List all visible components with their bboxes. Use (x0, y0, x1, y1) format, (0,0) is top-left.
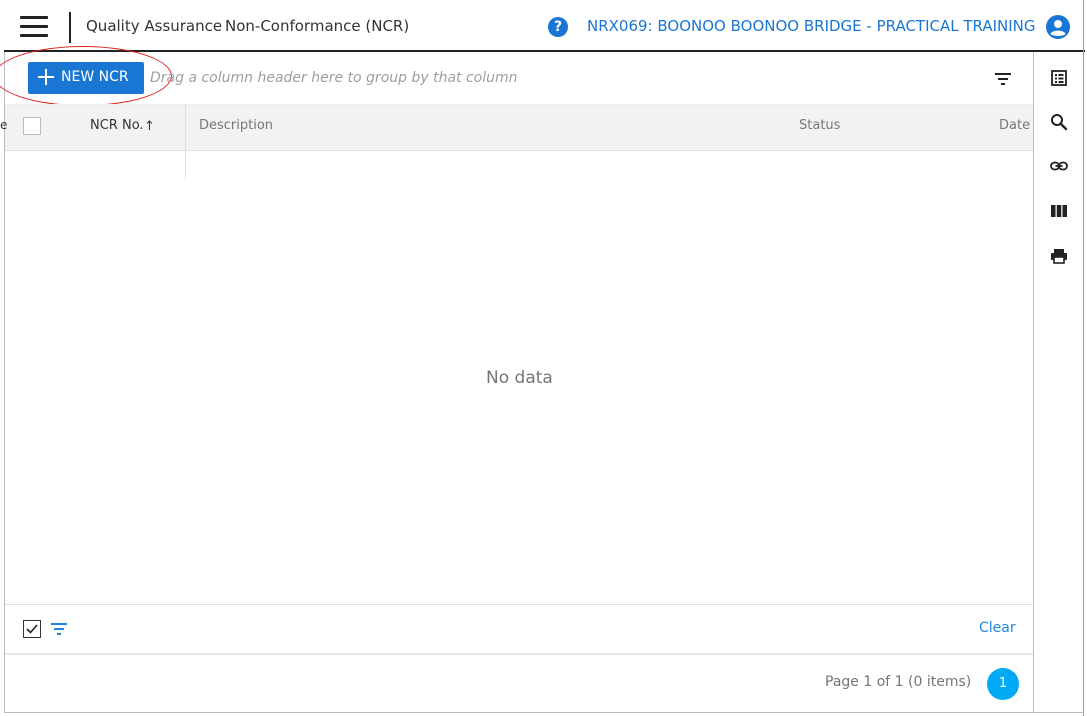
column-header-date[interactable]: Date (999, 118, 1030, 133)
list-view-icon[interactable] (1049, 68, 1069, 88)
user-account-icon[interactable] (1046, 15, 1070, 39)
columns-icon[interactable] (1049, 201, 1069, 221)
column-divider (185, 104, 186, 179)
sort-ascending-icon: ↑ (144, 119, 155, 134)
link-icon[interactable] (1049, 156, 1069, 176)
select-all-checkbox[interactable] (23, 117, 41, 135)
plus-icon (38, 68, 54, 85)
help-icon[interactable]: ? (548, 17, 568, 37)
empty-grid-message: No data (486, 368, 553, 388)
column-header-description[interactable]: Description (199, 118, 273, 133)
project-selector[interactable]: NRX069: BOONOO BOONOO BRIDGE - PRACTICAL… (587, 17, 1036, 35)
page-button-1[interactable]: 1 (987, 668, 1019, 700)
pager-divider (5, 653, 1033, 655)
column-header-ncr-no[interactable]: NCR No. (90, 118, 144, 133)
breadcrumb-page: Non-Conformance (NCR) (225, 17, 410, 35)
top-bar-divider (4, 50, 1085, 52)
filter-footer-divider (5, 604, 1033, 605)
search-icon[interactable] (1049, 112, 1069, 132)
filter-list-icon[interactable] (995, 72, 1011, 86)
frame-left-border (4, 52, 5, 712)
column-header-status[interactable]: Status (799, 118, 840, 133)
print-icon[interactable] (1049, 246, 1069, 266)
filter-builder-icon[interactable] (51, 623, 67, 635)
header-separator (69, 12, 71, 43)
new-ncr-button[interactable]: NEW NCR (28, 62, 144, 94)
pager-info: Page 1 of 1 (0 items) (825, 674, 972, 690)
filter-enable-checkbox[interactable] (23, 620, 41, 638)
grid-header-row (5, 104, 1033, 151)
side-toolbar (1033, 52, 1083, 712)
clipped-edge-glyph: e (0, 118, 8, 132)
frame-bottom-border (4, 712, 1084, 713)
group-panel-hint: Drag a column header here to group by th… (150, 70, 518, 86)
new-ncr-label: NEW NCR (61, 69, 129, 85)
menu-icon[interactable] (20, 15, 48, 37)
frame-right-border (1083, 0, 1084, 716)
breadcrumb-module[interactable]: Quality Assurance (86, 17, 222, 35)
clear-filter-link[interactable]: Clear (979, 620, 1016, 636)
